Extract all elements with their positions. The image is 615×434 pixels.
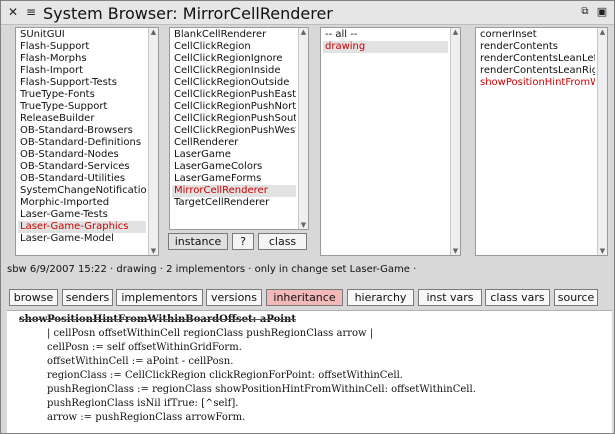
scroll-up-icon[interactable]: ▲: [299, 28, 308, 36]
source-button[interactable]: source: [554, 289, 598, 306]
category-scrollbar[interactable]: ▲ ▼: [148, 28, 158, 255]
category-item[interactable]: Flash-Import: [18, 65, 146, 77]
scroll-down-icon[interactable]: ▼: [299, 221, 308, 229]
protocol-scrollbar[interactable]: ▲ ▼: [450, 28, 460, 255]
category-item[interactable]: OB-Standard-Utilities: [18, 173, 146, 185]
browse-button[interactable]: browse: [9, 289, 58, 306]
scroll-down-icon[interactable]: ▼: [451, 247, 460, 255]
class-item[interactable]: CellClickRegionIgnore: [172, 53, 296, 65]
class-item[interactable]: CellClickRegion: [172, 41, 296, 53]
category-list[interactable]: SUnitGUI Flash-Support Flash-Morphs Flash-I…: [18, 29, 146, 245]
protocol-list[interactable]: -- all -- drawing: [323, 29, 448, 53]
inst-vars-button[interactable]: inst vars: [418, 289, 482, 306]
category-item[interactable]: Morphic-Imported: [18, 197, 146, 209]
hierarchy-button[interactable]: hierarchy: [347, 289, 414, 306]
category-item[interactable]: Flash-Support: [18, 41, 146, 53]
category-item[interactable]: ReleaseBuilder: [18, 113, 146, 125]
category-item[interactable]: Laser-Game-Tests: [18, 209, 146, 221]
code-line: pushRegionClass := regionClass showPosit…: [47, 384, 476, 395]
class-scrollbar[interactable]: ▲ ▼: [298, 28, 308, 229]
category-item[interactable]: Laser-Game-Graphics: [18, 221, 146, 233]
scroll-up-icon[interactable]: ▲: [451, 28, 460, 36]
protocol-list-pane[interactable]: -- all -- drawing ▲ ▼: [320, 27, 461, 256]
code-line: arrow := pushRegionClass arrowForm.: [47, 412, 246, 423]
category-item[interactable]: OB-Standard-Definitions: [18, 137, 146, 149]
class-item[interactable]: CellClickRegionPushEast: [172, 89, 296, 101]
class-vars-button[interactable]: class vars: [485, 289, 550, 306]
scroll-down-icon[interactable]: ▼: [598, 247, 607, 255]
class-item[interactable]: CellClickRegionPushWest: [172, 125, 296, 137]
category-item[interactable]: TrueType-Fonts: [18, 89, 146, 101]
senders-button[interactable]: senders: [62, 289, 113, 306]
category-item[interactable]: OB-Standard-Services: [18, 161, 146, 173]
class-list[interactable]: BlankCellRenderer CellClickRegion CellClic…: [172, 29, 296, 209]
class-item[interactable]: CellClickRegionOutside: [172, 77, 296, 89]
window-title: System Browser: MirrorCellRenderer: [43, 4, 333, 23]
category-item[interactable]: OB-Standard-Nodes: [18, 149, 146, 161]
selector-scrollbar[interactable]: ▲ ▼: [597, 28, 607, 255]
class-list-pane[interactable]: BlankCellRenderer CellClickRegion CellClic…: [169, 27, 309, 230]
code-line: cellPosn := self offsetWithinGridForm.: [47, 342, 242, 353]
class-item[interactable]: LaserGameColors: [172, 161, 296, 173]
inheritance-button[interactable]: inheritance: [266, 289, 343, 306]
class-item[interactable]: TargetCellRenderer: [172, 197, 296, 209]
protocol-item[interactable]: -- all --: [323, 29, 448, 41]
selector-item[interactable]: renderContents: [478, 41, 595, 53]
category-list-pane[interactable]: SUnitGUI Flash-Support Flash-Morphs Flash-I…: [15, 27, 159, 256]
code-line: regionClass := CellClickRegion clickRegi…: [47, 370, 403, 381]
selector-item[interactable]: cornerInset: [478, 29, 595, 41]
category-item[interactable]: Flash-Morphs: [18, 53, 146, 65]
category-item[interactable]: Laser-Game-Model: [18, 233, 146, 245]
method-header: showPositionHintFromWithinBoardOffset: a…: [19, 314, 296, 325]
code-line: | cellPosn offsetWithinCell regionClass …: [47, 328, 374, 339]
scroll-down-icon[interactable]: ▼: [149, 247, 158, 255]
annotation-pane: sbw 6/9/2007 15:22 · drawing · 2 impleme…: [7, 264, 417, 275]
help-switch-button[interactable]: ?: [232, 233, 254, 250]
selector-item[interactable]: showPositionHintFromWithinCell:: [478, 77, 595, 89]
scroll-up-icon[interactable]: ▲: [598, 28, 607, 36]
code-line: offsetWithinCell := aPoint - cellPosn.: [47, 356, 234, 367]
menu-icon[interactable]: ≡: [25, 6, 37, 18]
category-item[interactable]: SystemChangeNotification: [18, 185, 146, 197]
versions-button[interactable]: versions: [206, 289, 262, 306]
scroll-up-icon[interactable]: ▲: [149, 28, 158, 36]
class-item[interactable]: MirrorCellRenderer: [172, 185, 296, 197]
selector-item[interactable]: renderContentsLeanLeft: [478, 53, 595, 65]
system-browser-window: ✕ ≡ System Browser: MirrorCellRenderer ⧉…: [0, 0, 615, 434]
category-item[interactable]: OB-Standard-Browsers: [18, 125, 146, 137]
selector-item[interactable]: renderContentsLeanRight: [478, 65, 595, 77]
expand-icon[interactable]: ▣: [596, 6, 608, 18]
code-line: pushRegionClass isNil ifTrue: [^self].: [47, 398, 239, 409]
class-item[interactable]: CellRenderer: [172, 137, 296, 149]
collapse-icon[interactable]: ⧉: [579, 6, 591, 18]
class-switch-button[interactable]: class: [258, 233, 307, 250]
close-icon[interactable]: ✕: [7, 6, 19, 18]
code-pane[interactable]: showPositionHintFromWithinBoardOffset: a…: [7, 310, 612, 433]
class-item[interactable]: CellClickRegionPushSouth: [172, 113, 296, 125]
class-item[interactable]: CellClickRegionPushNorth: [172, 101, 296, 113]
class-item[interactable]: LaserGameForms: [172, 173, 296, 185]
implementors-button[interactable]: implementors: [116, 289, 203, 306]
instance-switch-button[interactable]: instance: [168, 233, 228, 250]
category-item[interactable]: SUnitGUI: [18, 29, 146, 41]
class-item[interactable]: BlankCellRenderer: [172, 29, 296, 41]
class-item[interactable]: LaserGame: [172, 149, 296, 161]
category-item[interactable]: TrueType-Support: [18, 101, 146, 113]
class-item[interactable]: CellClickRegionInside: [172, 65, 296, 77]
protocol-item[interactable]: drawing: [323, 41, 448, 53]
category-item[interactable]: Flash-Support-Tests: [18, 77, 146, 89]
selector-list[interactable]: cornerInset renderContents renderContentsL…: [478, 29, 595, 89]
method-body[interactable]: | cellPosn offsetWithinCell regionClass …: [19, 327, 612, 425]
selector-list-pane[interactable]: cornerInset renderContents renderContentsL…: [475, 27, 608, 256]
title-bar[interactable]: ✕ ≡ System Browser: MirrorCellRenderer ⧉…: [1, 1, 614, 25]
